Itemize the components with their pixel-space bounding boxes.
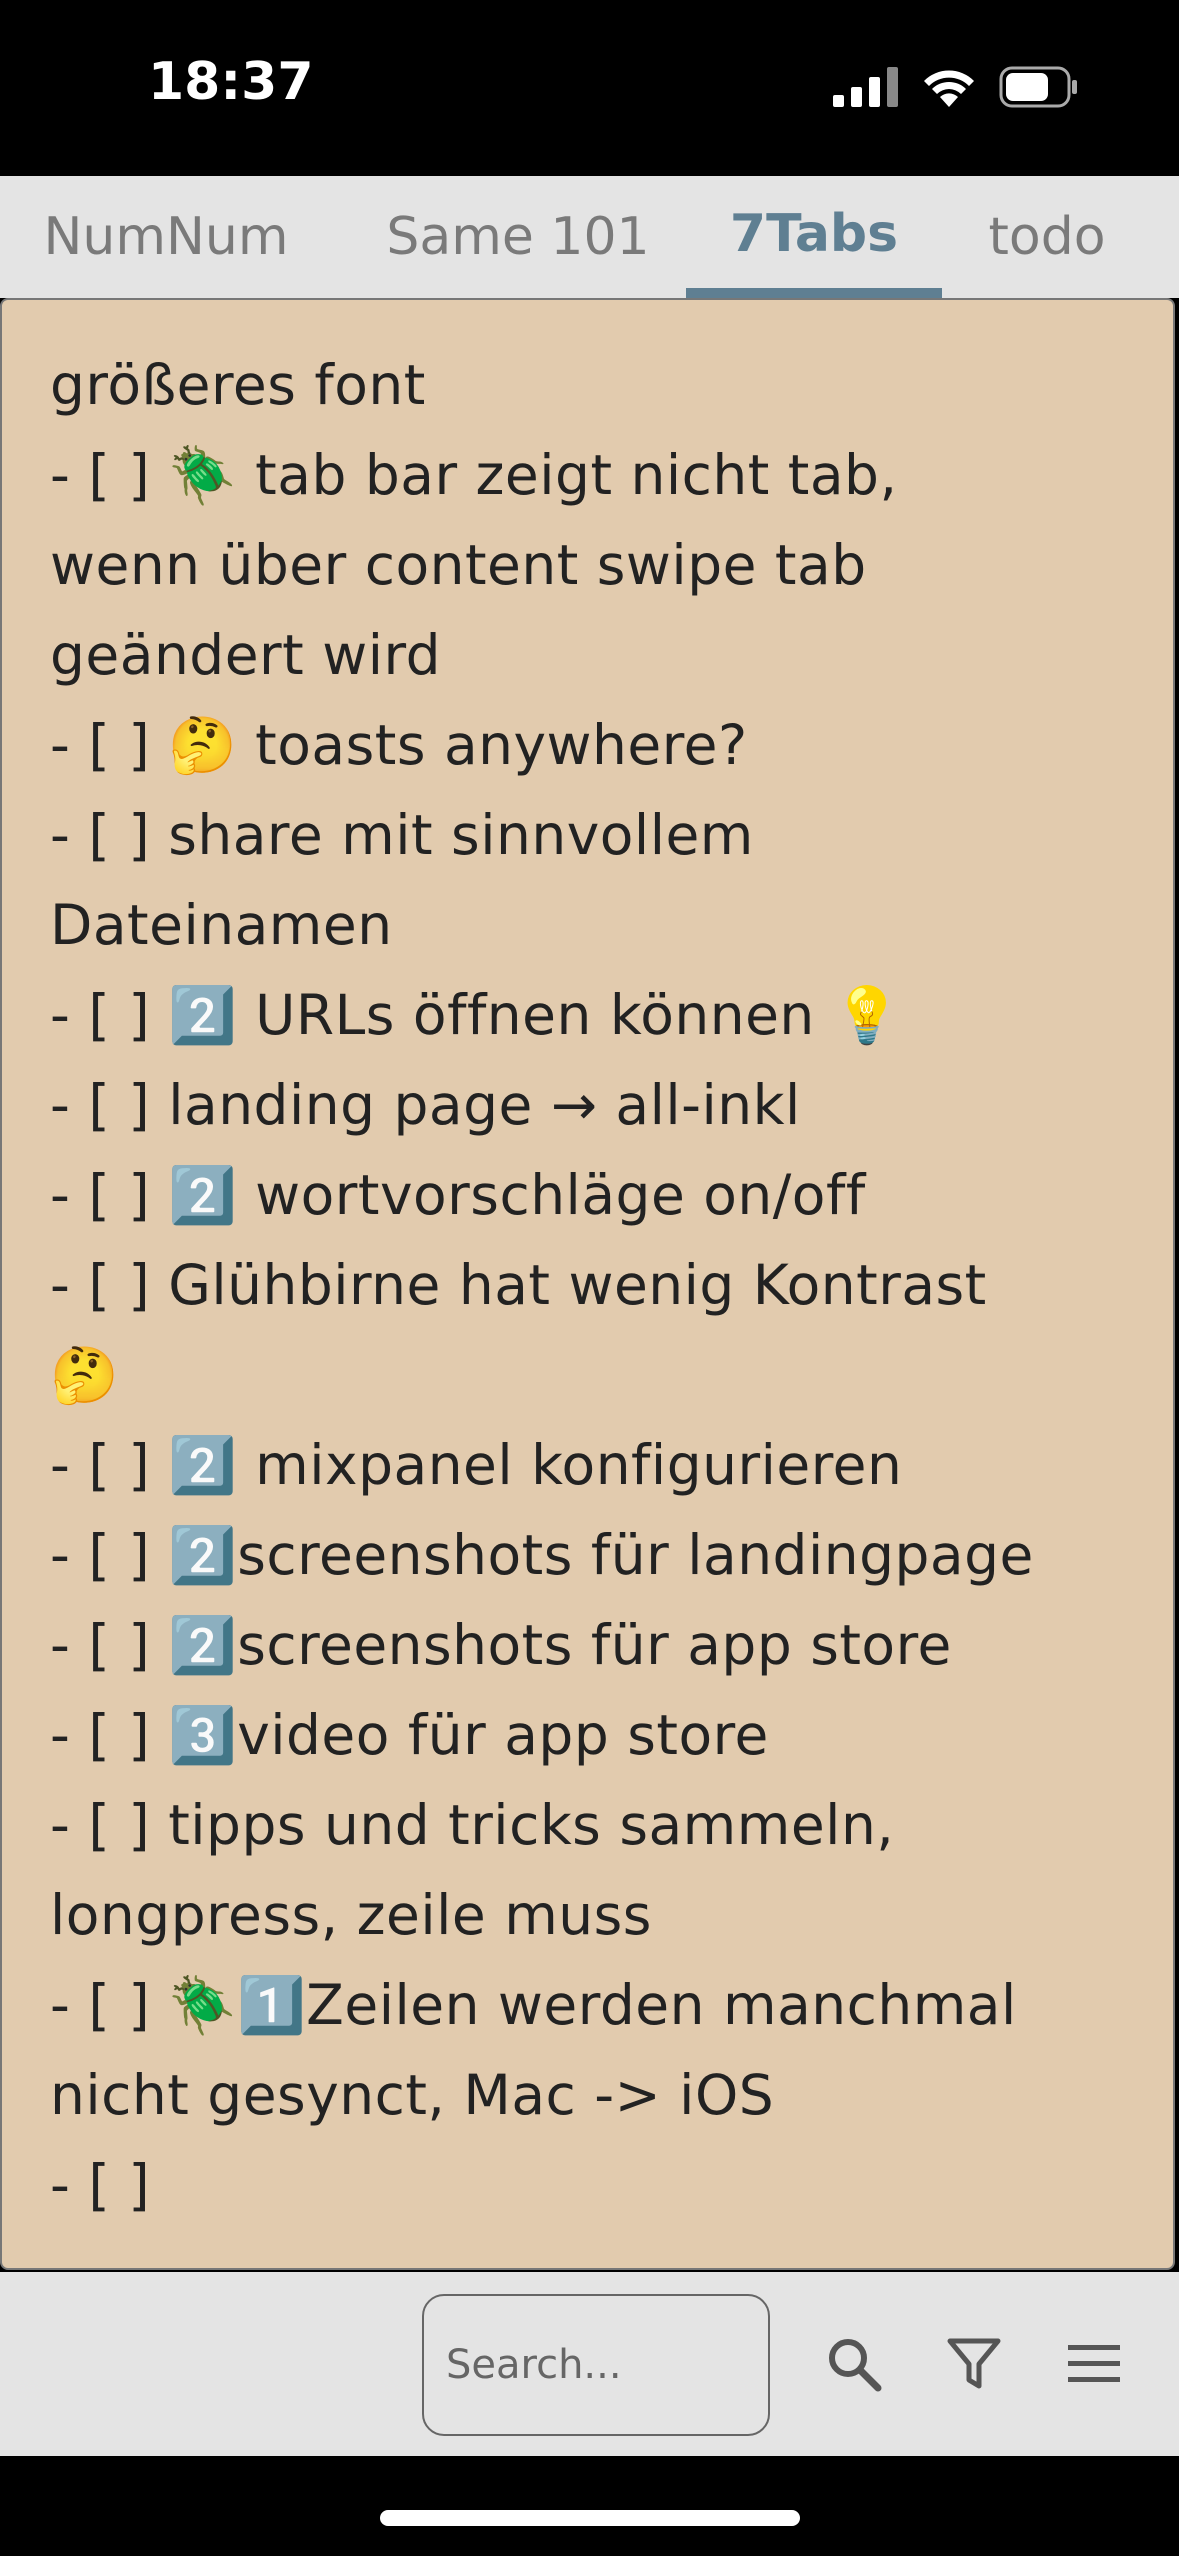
note-line[interactable]: - [ ] share mit sinnvollem — [50, 790, 1160, 880]
signal-icon — [833, 67, 898, 107]
status-icons — [833, 66, 1079, 108]
note-line[interactable]: - [ ] 3️⃣video für app store — [50, 1690, 1160, 1780]
note-line[interactable]: geändert wird — [50, 610, 1160, 700]
note-line[interactable]: - [ ] 🪲1️⃣Zeilen werden manchmal — [50, 1960, 1160, 2050]
menu-icon — [1068, 2345, 1120, 2382]
status-bar: 18:37 — [0, 0, 1179, 176]
home-indicator[interactable] — [380, 2510, 800, 2526]
note-line[interactable]: - [ ] 2️⃣screenshots für landingpage — [50, 1510, 1160, 1600]
note-line[interactable]: - [ ] 🪲 tab bar zeigt nicht tab, — [50, 430, 1160, 520]
search-button[interactable] — [814, 2324, 894, 2404]
wifi-icon — [924, 70, 974, 107]
search-icon — [829, 2339, 882, 2392]
active-tab-indicator — [686, 288, 942, 298]
note-line[interactable]: größeres font — [50, 340, 1160, 430]
note-line[interactable]: - [ ] 2️⃣ URLs öffnen können 💡 — [50, 970, 1160, 1060]
note-line[interactable]: - [ ] 2️⃣ mixpanel konfigurieren — [50, 1420, 1160, 1510]
tab-7tabs[interactable]: 7Tabs — [686, 176, 942, 298]
note-line[interactable]: wenn über content swipe tab — [50, 520, 1160, 610]
note-line[interactable]: 🤔 — [50, 1330, 1160, 1420]
filter-icon — [947, 2338, 1001, 2389]
battery-icon — [999, 66, 1077, 108]
note-line[interactable]: nicht gesynct, Mac -> iOS — [50, 2050, 1160, 2140]
search-input[interactable] — [422, 2294, 770, 2436]
note-line[interactable]: - [ ] 🤔 toasts anywhere? — [50, 700, 1160, 790]
tab-numnum[interactable]: NumNum — [0, 176, 332, 298]
menu-button[interactable] — [1054, 2324, 1134, 2404]
note-line[interactable]: - [ ] landing page → all-inkl — [50, 1060, 1160, 1150]
status-time: 18:37 — [148, 52, 314, 112]
note-line[interactable]: longpress, zeile muss — [50, 1870, 1160, 1960]
note-editor[interactable]: größeres font - [ ] 🪲 tab bar zeigt nich… — [0, 298, 1175, 2270]
home-indicator-area — [0, 2456, 1179, 2556]
note-line[interactable]: - [ ] Glühbirne hat wenig Kontrast — [50, 1240, 1160, 1330]
tab-bar: NumNum Same 101 7Tabs todo — [0, 176, 1179, 298]
note-text[interactable]: größeres font - [ ] 🪲 tab bar zeigt nich… — [50, 340, 1160, 2230]
note-line[interactable]: Dateinamen — [50, 880, 1160, 970]
note-line[interactable]: - [ ] 2️⃣screenshots für app store — [50, 1600, 1160, 1690]
bottom-toolbar — [0, 2272, 1179, 2456]
tab-todo[interactable]: todo — [962, 176, 1132, 298]
filter-button[interactable] — [934, 2324, 1014, 2404]
note-line[interactable]: - [ ] 2️⃣ wortvorschläge on/off — [50, 1150, 1160, 1240]
note-line[interactable]: - [ ] — [50, 2140, 1160, 2230]
tab-same-101[interactable]: Same 101 — [368, 176, 668, 298]
note-line[interactable]: - [ ] tipps und tricks sammeln, — [50, 1780, 1160, 1870]
